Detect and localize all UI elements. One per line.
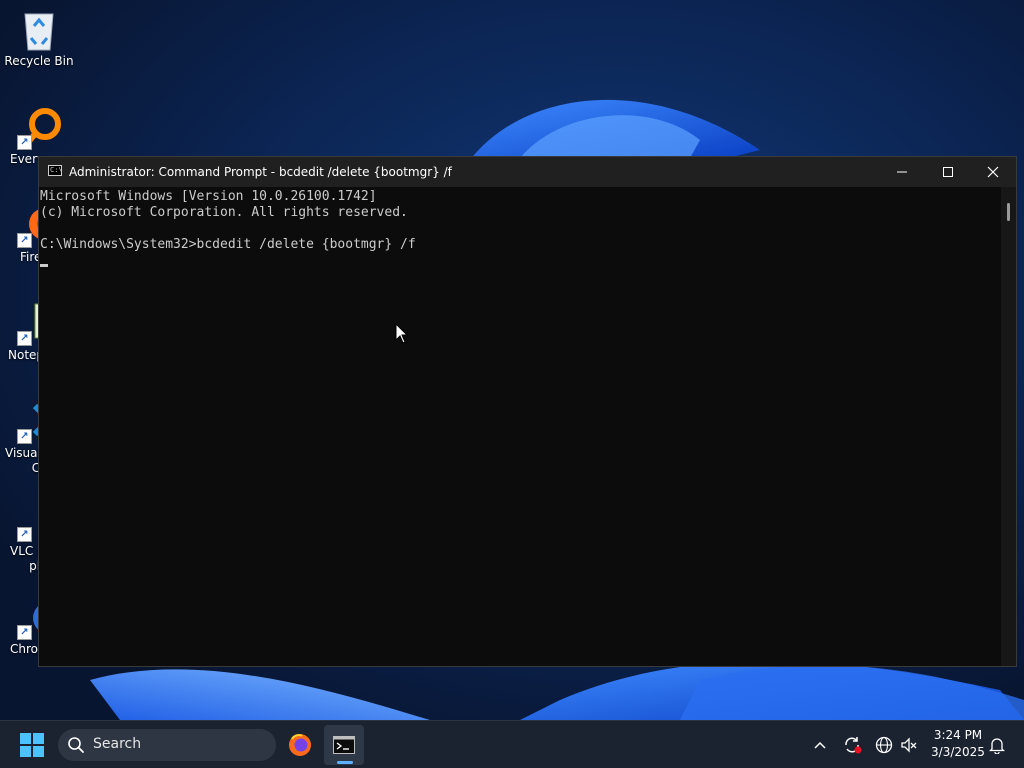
show-hidden-icons-button[interactable] [808,733,832,757]
close-button[interactable] [970,157,1016,187]
shortcut-arrow-icon: ↗ [17,625,32,640]
shortcut-arrow-icon: ↗ [17,233,32,248]
console-line: Microsoft Windows [Version 10.0.26100.17… [40,189,377,204]
maximize-button[interactable] [925,157,971,187]
search-icon [68,737,84,753]
console-line: C:\Windows\System32>bcdedit /delete {boo… [40,237,416,252]
taskbar-firefox-button[interactable] [280,725,320,765]
text-cursor [40,264,48,267]
command-prompt-app-icon[interactable]: C:\ [48,165,63,176]
taskbar: Search 3:24 PM 3/3/2025 [0,720,1024,768]
minimize-button[interactable] [879,157,925,187]
shortcut-arrow-icon: ↗ [17,429,32,444]
console-output[interactable]: Microsoft Windows [Version 10.0.26100.17… [39,187,1001,666]
everything-search-icon: ↗ [17,106,61,150]
desktop-icon-label: Recycle Bin [4,54,74,68]
globe-icon [875,736,893,754]
active-app-indicator [337,761,353,764]
search-placeholder: Search [93,736,142,752]
shortcut-arrow-icon: ↗ [17,135,32,150]
maximize-icon [943,167,953,177]
notifications-button[interactable] [985,733,1009,757]
window-titlebar[interactable]: C:\ Administrator: Command Prompt - bcde… [39,157,1016,187]
taskbar-clock[interactable]: 3:24 PM 3/3/2025 [928,727,988,761]
app-icon-glyph: C:\ [50,166,63,174]
scrollbar-thumb[interactable] [1007,203,1010,221]
command-prompt-window[interactable]: C:\ Administrator: Command Prompt - bcde… [38,156,1017,667]
recycle-bin-icon [19,8,59,51]
bell-icon [989,738,1005,754]
console-line: (c) Microsoft Corporation. All rights re… [40,205,408,220]
mouse-pointer-icon [395,323,409,344]
desktop-icon-recycle-bin[interactable]: Recycle Bin [0,8,78,69]
firefox-icon [289,734,311,756]
start-button[interactable] [10,726,54,764]
clock-date: 3/3/2025 [931,745,985,759]
clock-time: 3:24 PM [933,728,983,742]
network-button[interactable] [872,733,896,757]
sync-icon [845,737,862,754]
taskbar-command-prompt-button[interactable] [324,725,364,765]
shortcut-arrow-icon: ↗ [17,331,32,346]
vertical-scrollbar[interactable] [1001,187,1016,666]
sync-status-button[interactable] [840,733,864,757]
command-prompt-icon [333,736,355,754]
windows-logo-icon [20,733,44,757]
taskbar-search-box[interactable]: Search [58,729,276,761]
close-icon [987,166,999,178]
chevron-up-icon [814,741,826,749]
speaker-muted-icon [901,737,917,753]
shortcut-arrow-icon: ↗ [17,527,32,542]
volume-button[interactable] [897,733,921,757]
console-cursor-line [40,253,1001,269]
window-title: Administrator: Command Prompt - bcdedit … [69,165,452,179]
minimize-icon [897,171,907,173]
